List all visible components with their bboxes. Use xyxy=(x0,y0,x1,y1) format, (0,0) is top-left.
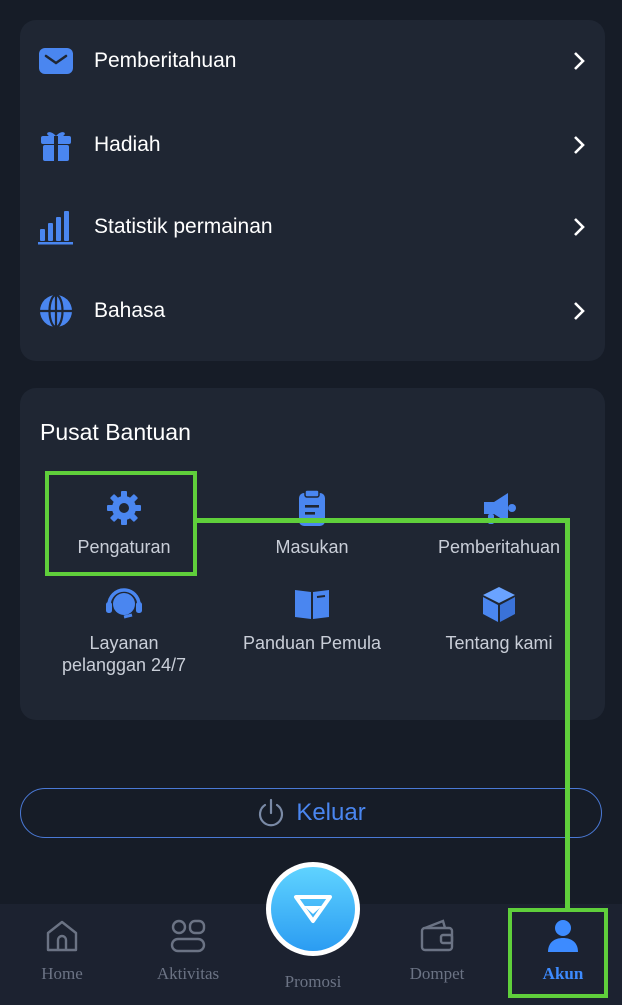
envelope-icon xyxy=(39,48,73,74)
menu-item-notifications[interactable]: Pemberitahuan xyxy=(20,20,605,102)
help-item-label: Masukan xyxy=(275,537,349,557)
home-icon xyxy=(46,920,78,952)
help-item-customer-service[interactable]: Layanan pelanggan 24/7 xyxy=(29,584,219,676)
menu-item-label: Bahasa xyxy=(94,299,166,322)
menu-item-label: Hadiah xyxy=(94,133,161,156)
nav-label: Aktivitas xyxy=(156,964,220,983)
headset-icon xyxy=(106,588,142,619)
megaphone-icon xyxy=(484,493,516,524)
help-center-card: Pusat Bantuan Pengaturan Masukan Pemberi… xyxy=(20,388,605,720)
wallet-icon xyxy=(420,919,454,952)
user-icon xyxy=(548,920,578,952)
help-item-feedback[interactable]: Masukan xyxy=(217,488,407,558)
chevron-right-icon xyxy=(574,302,585,320)
help-item-announcements[interactable]: Pemberitahuan xyxy=(404,488,594,558)
help-center-title: Pusat Bantuan xyxy=(40,419,191,445)
settings-menu-card: Pemberitahuan Hadiah Statistik permainan xyxy=(20,20,605,361)
help-item-label: Pemberitahuan xyxy=(437,537,561,557)
menu-item-language[interactable]: Bahasa xyxy=(20,270,605,352)
help-item-beginner-guide[interactable]: Panduan Pemula xyxy=(217,584,407,654)
menu-item-game-statistics[interactable]: Statistik permainan xyxy=(20,186,605,268)
nav-activities[interactable]: Aktivitas xyxy=(133,916,243,984)
book-icon xyxy=(295,590,329,619)
menu-item-rewards[interactable]: Hadiah xyxy=(20,104,605,186)
promo-button-inner xyxy=(271,867,355,951)
gear-icon xyxy=(107,491,141,525)
menu-item-label: Statistik permainan xyxy=(94,215,273,238)
bar-chart-icon xyxy=(38,211,73,245)
promo-button[interactable] xyxy=(266,862,360,956)
nav-account[interactable]: Akun xyxy=(508,916,618,984)
clipboard-icon xyxy=(299,489,325,526)
logout-button[interactable]: Keluar xyxy=(20,788,602,838)
help-item-label: Layanan pelanggan 24/7 xyxy=(61,633,187,675)
help-item-label: Panduan Pemula xyxy=(242,633,382,653)
globe-icon xyxy=(40,293,72,329)
nav-wallet[interactable]: Dompet xyxy=(382,916,492,984)
diamond-icon xyxy=(294,895,332,923)
menu-item-label: Pemberitahuan xyxy=(94,49,237,72)
nav-label: Promosi xyxy=(284,972,342,991)
nav-label: Akun xyxy=(542,964,584,983)
help-item-label: Pengaturan xyxy=(77,537,171,557)
nav-label: Home xyxy=(41,964,83,983)
help-item-about-us[interactable]: Tentang kami xyxy=(404,584,594,654)
logout-label: Keluar xyxy=(296,799,366,826)
help-item-settings[interactable]: Pengaturan xyxy=(29,488,219,558)
power-icon xyxy=(259,798,284,827)
cube-icon xyxy=(483,587,515,622)
chevron-right-icon xyxy=(574,136,585,154)
help-item-label: Tentang kami xyxy=(445,633,553,653)
chevron-right-icon xyxy=(574,52,585,70)
gift-icon xyxy=(41,132,71,161)
nav-label: Dompet xyxy=(409,964,465,983)
activity-icon xyxy=(170,919,206,953)
chevron-right-icon xyxy=(574,218,585,236)
nav-home[interactable]: Home xyxy=(7,916,117,984)
